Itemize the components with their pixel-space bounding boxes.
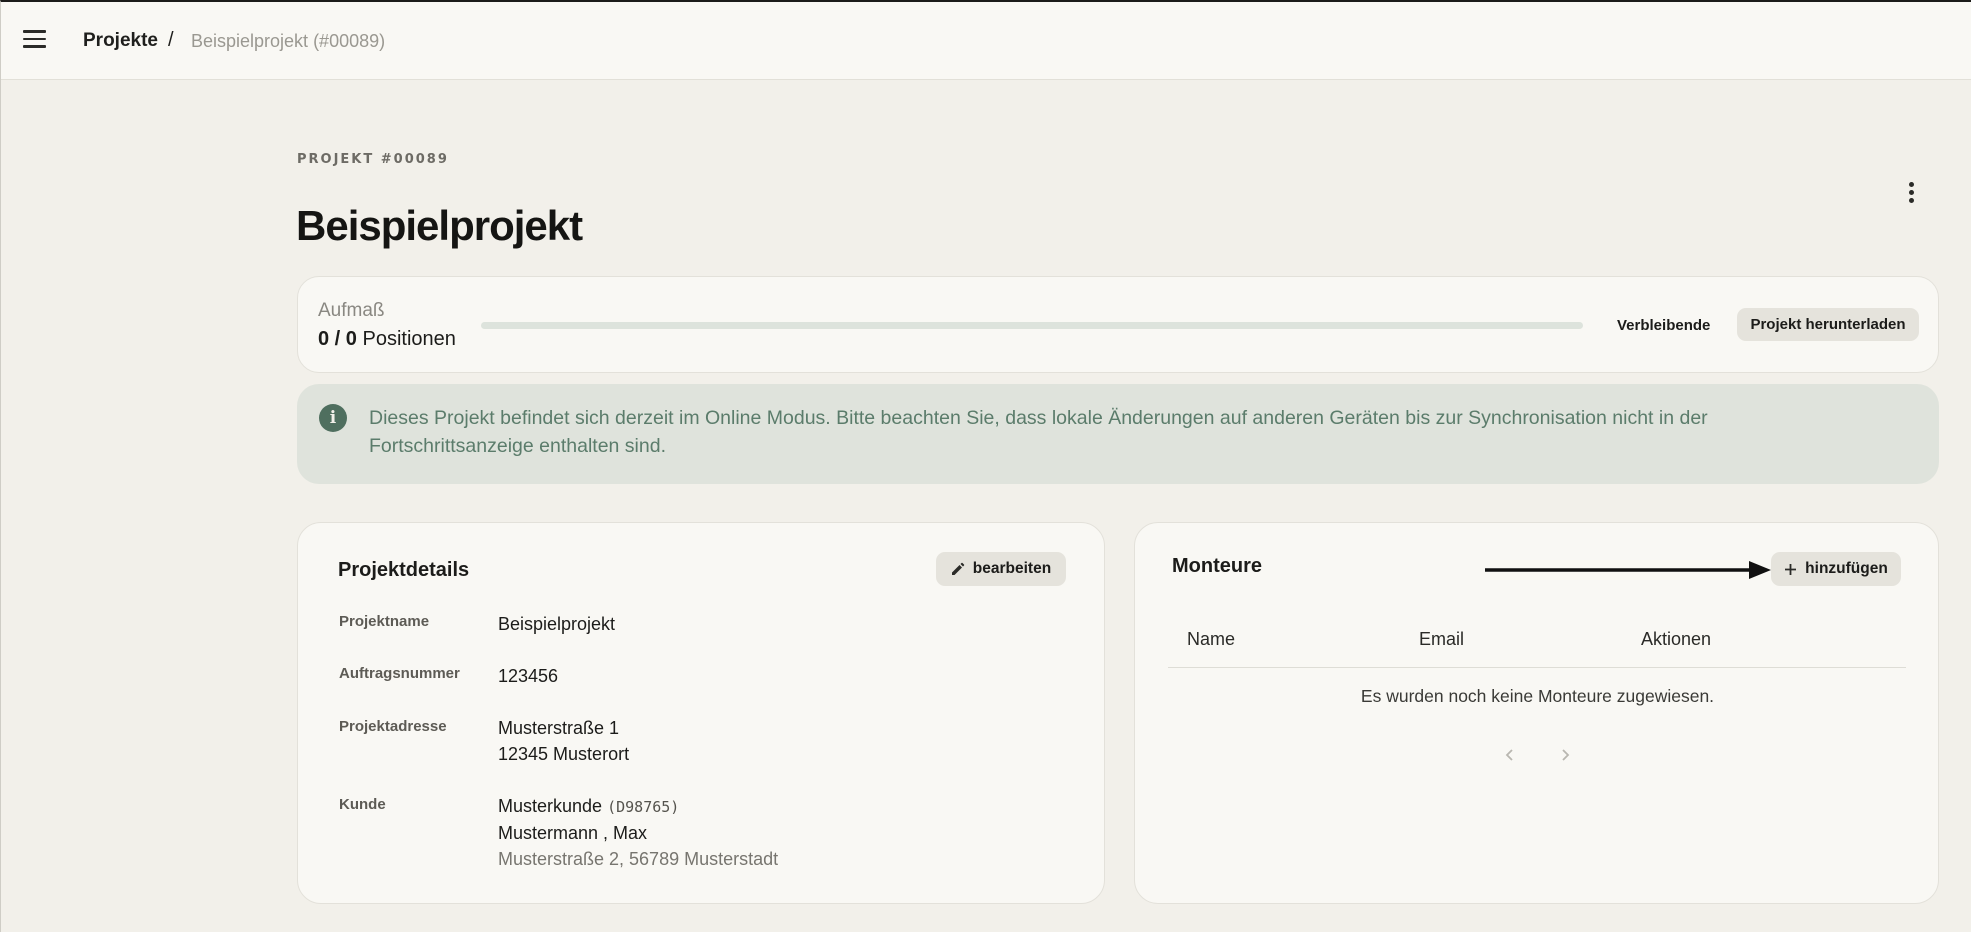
remaining-button[interactable]: Verbleibende [1617, 317, 1710, 334]
top-bar: Projekte / Beispielprojekt (#00089) [1, 2, 1971, 80]
info-text: Dieses Projekt befindet sich derzeit im … [369, 407, 1708, 457]
monteure-title: Monteure [1172, 555, 1262, 577]
more-vertical-icon[interactable] [1901, 182, 1921, 206]
order-number-label: Auftragsnummer [339, 665, 460, 682]
project-number-label: PROJEKT #00089 [297, 152, 449, 167]
customer-contact: Mustermann , Max [498, 823, 648, 843]
chevron-left-icon[interactable] [1500, 745, 1520, 765]
arrow-annotation [1485, 561, 1771, 579]
pencil-icon [951, 562, 965, 575]
progress-card: Aufmaß 0 / 0 Positionen Verbleibende Pro… [297, 276, 1939, 373]
column-header-actions: Aktionen [1641, 629, 1712, 649]
breadcrumb-current: Beispielprojekt (#00089) [191, 31, 386, 51]
progress-count-value: 0 / 0 [318, 328, 357, 350]
address-line-2: 12345 Musterort [498, 744, 630, 764]
monteure-card: Monteure hinzufügen Name Email Aktionen … [1134, 522, 1939, 904]
customer-name: Musterkunde [498, 796, 603, 816]
project-name-value: Beispielprojekt [498, 614, 616, 634]
empty-state-message: Es wurden noch keine Monteure zugewiesen… [1360, 686, 1715, 706]
breadcrumb-projects[interactable]: Projekte [83, 30, 158, 52]
column-header-email[interactable]: Email [1419, 629, 1464, 650]
add-monteur-button[interactable]: hinzufügen [1771, 552, 1901, 586]
customer-id: (D98765) [607, 798, 680, 816]
info-icon: i [319, 404, 347, 432]
project-name-label: Projektname [339, 613, 430, 630]
chevron-right-icon[interactable] [1555, 745, 1575, 765]
info-banner: i Dieses Projekt befindet sich derzeit i… [297, 384, 1939, 484]
project-address-label: Projektadresse [339, 718, 447, 735]
menu-icon[interactable] [23, 30, 47, 50]
project-address-value: Musterstraße 1 12345 Musterort [498, 715, 629, 767]
order-number-value: 123456 [498, 666, 559, 686]
plus-icon [1785, 563, 1797, 575]
progress-count: 0 / 0 Positionen [318, 328, 456, 351]
customer-label: Kunde [339, 796, 386, 813]
page-title: Beispielprojekt [296, 202, 583, 249]
details-title: Projektdetails [338, 559, 470, 581]
breadcrumb-separator: / [168, 29, 174, 51]
project-details-card: Projektdetails bearbeiten Projektname Be… [297, 522, 1105, 904]
download-project-button[interactable]: Projekt herunterladen [1737, 308, 1919, 341]
progress-count-unit: Positionen [362, 328, 456, 350]
add-button-label: hinzufügen [1805, 560, 1888, 577]
column-header-name[interactable]: Name [1187, 629, 1235, 650]
progress-bar [481, 322, 1583, 329]
address-line-1: Musterstraße 1 [498, 718, 620, 738]
table-divider [1168, 667, 1906, 668]
customer-address: Musterstraße 2, 56789 Musterstadt [498, 849, 779, 869]
customer-value: Musterkunde (D98765) Mustermann , Max Mu… [498, 793, 778, 872]
edit-button[interactable]: bearbeiten [936, 552, 1066, 586]
edit-button-label: bearbeiten [972, 560, 1052, 577]
progress-label: Aufmaß [318, 300, 385, 321]
